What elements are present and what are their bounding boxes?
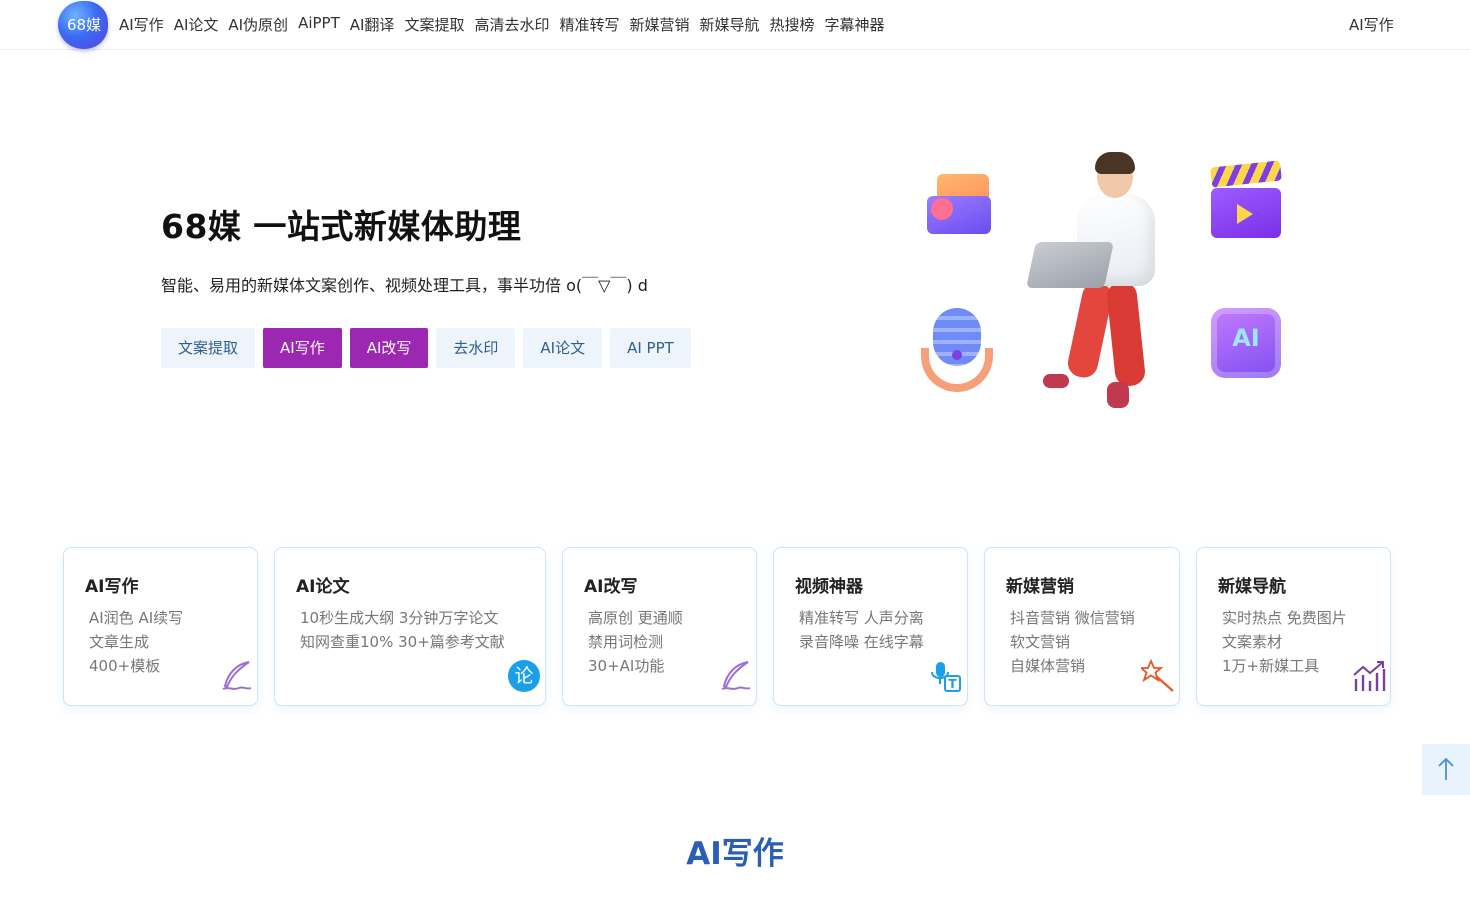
top-navbar: 68媒 AI写作 AI论文 AI伪原创 AiPPT AI翻译 文案提取 高清去水… bbox=[0, 0, 1470, 50]
nav-item-hot-search[interactable]: 热搜榜 bbox=[770, 14, 815, 35]
thesis-icon: 论 bbox=[508, 660, 540, 692]
nav-item-watermark-remove[interactable]: 高清去水印 bbox=[474, 14, 549, 35]
nav-item-subtitle-tool[interactable]: 字幕神器 bbox=[825, 14, 885, 35]
card-line: 实时热点 免费图片 bbox=[1222, 609, 1347, 627]
hero-button-ai-writing[interactable]: AI写作 bbox=[263, 328, 342, 368]
nav-item-ai-pseudo-original[interactable]: AI伪原创 bbox=[228, 14, 288, 35]
section-title: AI写作 bbox=[686, 836, 784, 872]
hero-illustration: AI bbox=[915, 150, 1295, 420]
person-with-laptop-figure bbox=[1025, 150, 1185, 412]
feature-card-navigation[interactable]: 新媒导航 实时热点 免费图片 文案素材 1万+新媒工具 bbox=[1196, 547, 1391, 706]
nav-item-ai-paper[interactable]: AI论文 bbox=[174, 14, 219, 35]
hero-button-watermark[interactable]: 去水印 bbox=[436, 328, 516, 368]
card-title: AI论文 bbox=[296, 577, 350, 597]
card-line: 软文营销 bbox=[1010, 633, 1071, 651]
ai-chip-label: AI bbox=[1232, 324, 1260, 352]
hero-button-ai-ppt[interactable]: AI PPT bbox=[610, 328, 691, 368]
card-title: 新媒营销 bbox=[1006, 577, 1074, 597]
card-line: 知网查重10% 30+篇参考文献 bbox=[300, 633, 505, 651]
card-title: AI写作 bbox=[85, 577, 139, 597]
back-to-top-button[interactable] bbox=[1422, 744, 1470, 795]
logo-text: 68媒 bbox=[66, 16, 102, 34]
main-nav: AI写作 AI论文 AI伪原创 AiPPT AI翻译 文案提取 高清去水印 精准… bbox=[119, 14, 885, 35]
feature-card-ai-rewrite[interactable]: AI改写 高原创 更通顺 禁用词检测 30+AI功能 bbox=[562, 547, 757, 706]
feature-cards: AI写作 AI润色 AI续写 文章生成 400+模板 AI论文 10秒生成大纲 … bbox=[63, 547, 1391, 706]
quill-icon bbox=[222, 661, 252, 690]
svg-text:T: T bbox=[948, 677, 957, 691]
card-line: 录音降噪 在线字幕 bbox=[799, 633, 924, 651]
card-line: 文案素材 bbox=[1222, 633, 1283, 651]
card-line: 高原创 更通顺 bbox=[588, 609, 683, 627]
nav-item-marketing[interactable]: 新媒营销 bbox=[629, 14, 689, 35]
card-line: 文章生成 bbox=[89, 633, 150, 651]
card-title: 新媒导航 bbox=[1218, 577, 1286, 597]
card-line: AI润色 AI续写 bbox=[89, 609, 184, 627]
card-title: AI改写 bbox=[584, 577, 638, 597]
document-video-icon bbox=[923, 168, 993, 236]
nav-item-navigation[interactable]: 新媒导航 bbox=[700, 14, 760, 35]
card-line: 自媒体营销 bbox=[1010, 657, 1086, 675]
hero-subtitle: 智能、易用的新媒体文案创作、视频处理工具，事半功倍 o(￣▽￣) d bbox=[161, 276, 648, 295]
card-line: 1万+新媒工具 bbox=[1222, 657, 1320, 675]
hero-button-ai-paper[interactable]: AI论文 bbox=[523, 328, 603, 368]
card-line: 抖音营销 微信营销 bbox=[1010, 609, 1135, 627]
magic-wand-icon bbox=[1141, 659, 1174, 692]
thesis-icon-text: 论 bbox=[514, 665, 534, 687]
arrow-up-icon bbox=[1438, 757, 1454, 780]
card-line: 30+AI功能 bbox=[588, 657, 665, 675]
nav-item-transcribe[interactable]: 精准转写 bbox=[559, 14, 619, 35]
feature-card-video-tool[interactable]: 视频神器 精准转写 人声分离 录音降噪 在线字幕 T bbox=[773, 547, 968, 706]
hero-title: 68媒 一站式新媒体助理 bbox=[161, 207, 522, 246]
hero-button-text-extract[interactable]: 文案提取 bbox=[161, 328, 256, 368]
nav-item-text-extract[interactable]: 文案提取 bbox=[404, 14, 464, 35]
growth-chart-icon bbox=[1353, 661, 1386, 691]
nav-item-ai-translate[interactable]: AI翻译 bbox=[350, 14, 395, 35]
nav-right-link[interactable]: AI写作 bbox=[1349, 14, 1394, 35]
clapperboard-icon bbox=[1207, 160, 1283, 240]
card-title: 视频神器 bbox=[795, 577, 863, 597]
site-logo[interactable]: 68媒 bbox=[54, 0, 110, 50]
card-line: 400+模板 bbox=[89, 657, 161, 675]
feature-card-ai-writing[interactable]: AI写作 AI润色 AI续写 文章生成 400+模板 bbox=[63, 547, 258, 706]
nav-item-ai-writing[interactable]: AI写作 bbox=[119, 14, 164, 35]
nav-item-aippt[interactable]: AiPPT bbox=[298, 14, 340, 35]
laptop-icon bbox=[1026, 242, 1114, 288]
hero-button-ai-rewrite[interactable]: AI改写 bbox=[349, 328, 429, 368]
card-line: 禁用词检测 bbox=[588, 633, 664, 651]
card-line: 10秒生成大纲 3分钟万字论文 bbox=[300, 609, 499, 627]
feature-card-ai-paper[interactable]: AI论文 10秒生成大纲 3分钟万字论文 知网查重10% 30+篇参考文献 论 bbox=[274, 547, 546, 706]
quill-icon bbox=[721, 661, 751, 690]
feature-card-marketing[interactable]: 新媒营销 抖音营销 微信营销 软文营销 自媒体营销 bbox=[984, 547, 1180, 706]
card-line: 精准转写 人声分离 bbox=[799, 609, 924, 627]
speech-to-text-icon: T bbox=[931, 662, 961, 692]
microphone-icon bbox=[919, 308, 995, 394]
hero-button-group: 文案提取 AI写作 AI改写 去水印 AI论文 AI PPT bbox=[161, 328, 691, 368]
ai-chip-icon: AI bbox=[1207, 304, 1283, 380]
